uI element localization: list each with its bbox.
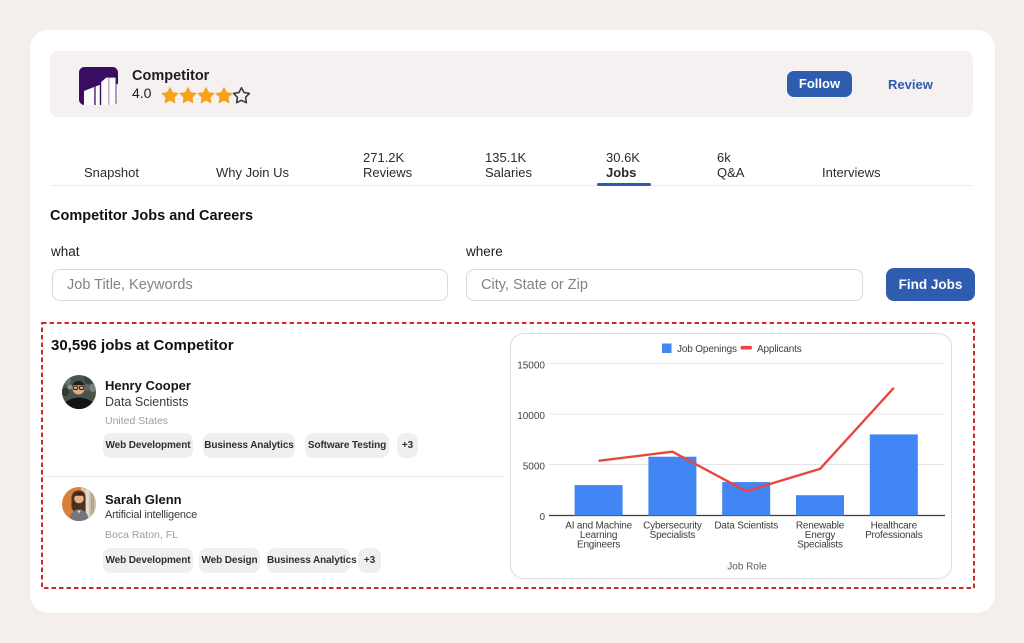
svg-text:Professionals: Professionals: [865, 530, 923, 541]
svg-text:Job Openings: Job Openings: [677, 344, 737, 355]
svg-text:Specialists: Specialists: [650, 530, 696, 541]
svg-text:Engineers: Engineers: [577, 539, 620, 550]
svg-text:Specialists: Specialists: [797, 539, 843, 550]
svg-text:Job Role: Job Role: [727, 561, 767, 572]
svg-text:0: 0: [539, 512, 545, 523]
svg-text:Applicants: Applicants: [757, 344, 802, 355]
svg-text:15000: 15000: [517, 361, 545, 372]
svg-text:5000: 5000: [523, 462, 546, 473]
svg-text:10000: 10000: [517, 411, 545, 422]
svg-text:Data Scientists: Data Scientists: [714, 521, 778, 532]
